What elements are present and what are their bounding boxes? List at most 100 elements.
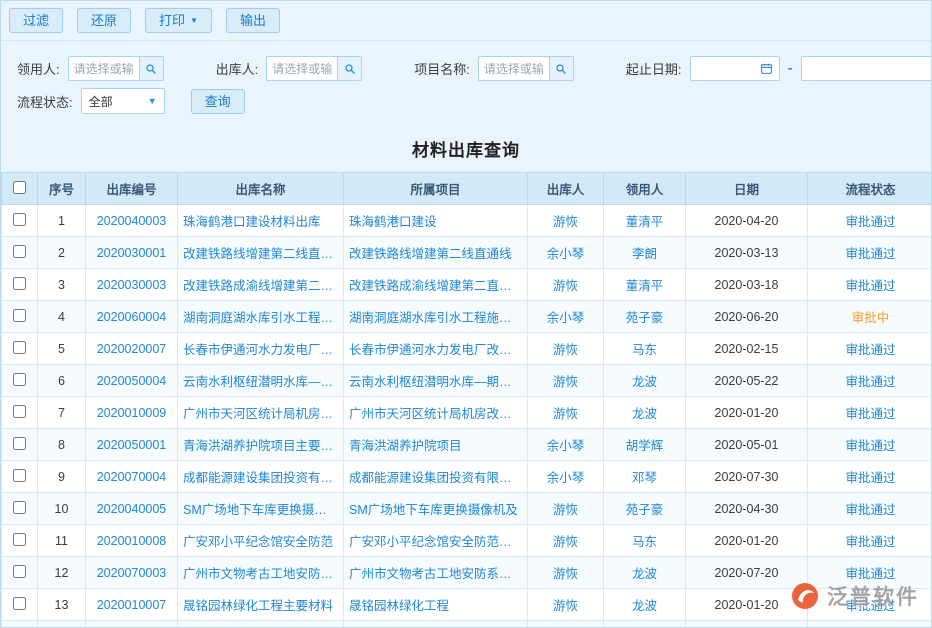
outbound-code-link[interactable]: 2020050005 [86, 621, 178, 628]
start-date-input[interactable] [696, 62, 760, 76]
recipient-search-button[interactable] [139, 57, 163, 80]
search-button[interactable]: 查询 [191, 89, 245, 114]
row-checkbox[interactable] [13, 213, 26, 226]
outbound-code-link[interactable]: 2020040005 [86, 493, 178, 525]
end-date-input[interactable] [807, 62, 932, 76]
outbound-code-link[interactable]: 2020050001 [86, 429, 178, 461]
row-checkbox[interactable] [13, 437, 26, 450]
recipient-cell: 马东 [604, 333, 686, 365]
project-link[interactable]: 广州市天河区统计局机房改造工 [344, 397, 528, 429]
status-link[interactable]: 审批通过 [808, 589, 932, 621]
outbound-name-link[interactable]: 珠海鹤港口建设材料出库 [178, 205, 344, 237]
outbound-code-link[interactable]: 2020010008 [86, 525, 178, 557]
status-link[interactable]: 审批通过 [808, 269, 932, 301]
outbound-code-link[interactable]: 2020030001 [86, 237, 178, 269]
status-link[interactable]: 审批通过 [808, 493, 932, 525]
outbound-code-link[interactable]: 2020010009 [86, 397, 178, 429]
row-checkbox[interactable] [13, 373, 26, 386]
project-link[interactable]: 成都能源建设集团投资有限公司 [344, 461, 528, 493]
recipient-label: 领用人: [17, 59, 60, 78]
row-index: 10 [38, 493, 86, 525]
project-link[interactable]: 云南水利枢纽潜明水库—期工程 [344, 365, 528, 397]
outbound-name-link[interactable]: 湖南洞庭湖水库引水工程施工 [178, 301, 344, 333]
project-link[interactable]: SM广场地下车库更换摄像机及 [344, 493, 528, 525]
search-icon [145, 63, 157, 75]
outbound-name-link[interactable]: 改建铁路线增建第二线直通线 [178, 237, 344, 269]
date-cell: 2020-07-30 [686, 461, 808, 493]
issuer-cell: 余小琴 [528, 429, 604, 461]
search-icon [344, 63, 356, 75]
status-link[interactable]: 审批通过 [808, 397, 932, 429]
outbound-code-link[interactable]: 2020010007 [86, 589, 178, 621]
outbound-name-link[interactable]: SM广场地下车库更换摄像机 [178, 493, 344, 525]
filter-button[interactable]: 过滤 [9, 8, 63, 33]
status-link[interactable]: 审批通过 [808, 621, 932, 628]
project-link[interactable]: 改建铁路线增建第二线直通线 [344, 237, 528, 269]
table-row: 132020010007晟铭园林绿化工程主要材料晟铭园林绿化工程游恢龙波2020… [2, 589, 932, 621]
issuer-cell: 游恢 [528, 269, 604, 301]
row-checkbox[interactable] [13, 309, 26, 322]
status-link[interactable]: 审批中 [808, 301, 932, 333]
row-checkbox[interactable] [13, 405, 26, 418]
row-index: 11 [38, 525, 86, 557]
status-link[interactable]: 审批通过 [808, 237, 932, 269]
outbound-name-link[interactable]: 成都能源建设集团投资有限公司 [178, 461, 344, 493]
outbound-name-link[interactable]: 改建铁路成渝线增建第二直通线 [178, 269, 344, 301]
outbound-code-link[interactable]: 2020050004 [86, 365, 178, 397]
issuer-picker-input[interactable] [267, 57, 337, 80]
project-picker-input[interactable] [479, 57, 549, 80]
status-link[interactable]: 审批通过 [808, 429, 932, 461]
status-link[interactable]: 审批通过 [808, 557, 932, 589]
project-link[interactable]: 广州市文物考古工地安防系统维 [344, 557, 528, 589]
status-link[interactable]: 审批通过 [808, 205, 932, 237]
recipient-cell: 李朗 [604, 237, 686, 269]
project-link[interactable]: 青海洪湖养护院项目 [344, 429, 528, 461]
outbound-code-link[interactable]: 2020040003 [86, 205, 178, 237]
status-link[interactable]: 审批通过 [808, 525, 932, 557]
restore-button[interactable]: 还原 [77, 8, 131, 33]
project-search-button[interactable] [549, 57, 573, 80]
row-checkbox[interactable] [13, 469, 26, 482]
project-link[interactable]: 晟铭园林绿化工程 [344, 589, 528, 621]
row-checkbox[interactable] [13, 277, 26, 290]
row-checkbox[interactable] [13, 533, 26, 546]
outbound-name-link[interactable]: 广州市天河区统计局机房改造 [178, 397, 344, 429]
status-link[interactable]: 审批通过 [808, 333, 932, 365]
status-link[interactable]: 审批通过 [808, 365, 932, 397]
outbound-name-link[interactable]: 晟铭园林绿化工程主要材料 [178, 589, 344, 621]
outbound-code-link[interactable]: 2020060004 [86, 301, 178, 333]
outbound-code-link[interactable]: 2020030003 [86, 269, 178, 301]
outbound-name-link[interactable]: 广安邓小平纪念馆安全防范 [178, 525, 344, 557]
row-checkbox[interactable] [13, 341, 26, 354]
issuer-cell: 游恢 [528, 205, 604, 237]
checkbox-cell [2, 301, 38, 333]
outbound-code-link[interactable]: 2020070003 [86, 557, 178, 589]
recipient-picker-input[interactable] [69, 57, 139, 80]
outbound-code-link[interactable]: 2020070004 [86, 461, 178, 493]
project-link[interactable]: 江苏成品油二期项目—标段工程 [344, 621, 528, 628]
row-checkbox[interactable] [13, 597, 26, 610]
project-link[interactable]: 改建铁路成渝线增建第二直通线 [344, 269, 528, 301]
status-link[interactable]: 审批通过 [808, 461, 932, 493]
outbound-code-link[interactable]: 2020020007 [86, 333, 178, 365]
checkbox-cell [2, 365, 38, 397]
outbound-name-link[interactable]: 云南水利枢纽潜明水库—期工程 [178, 365, 344, 397]
issuer-cell: 余小琴 [528, 461, 604, 493]
export-button[interactable]: 输出 [226, 8, 280, 33]
outbound-name-link[interactable]: 青海洪湖养护院项目主要材料 [178, 429, 344, 461]
print-button[interactable]: 打印 ▼ [145, 8, 212, 33]
status-select[interactable]: 全部 ▼ [81, 88, 165, 114]
project-link[interactable]: 广安邓小平纪念馆安全防范系统 [344, 525, 528, 557]
project-link[interactable]: 湖南洞庭湖水库引水工程施工项 [344, 301, 528, 333]
issuer-search-button[interactable] [337, 57, 361, 80]
checkbox-cell [2, 461, 38, 493]
row-checkbox[interactable] [13, 245, 26, 258]
outbound-name-link[interactable]: 江苏成品油二期项目一标段 [178, 621, 344, 628]
select-all-checkbox[interactable] [13, 181, 26, 194]
outbound-name-link[interactable]: 广州市文物考古工地安防系统 [178, 557, 344, 589]
row-checkbox[interactable] [13, 565, 26, 578]
row-checkbox[interactable] [13, 501, 26, 514]
outbound-name-link[interactable]: 长春市伊通河水力发电厂改建 [178, 333, 344, 365]
project-link[interactable]: 长春市伊通河水力发电厂改建工 [344, 333, 528, 365]
project-link[interactable]: 珠海鹤港口建设 [344, 205, 528, 237]
